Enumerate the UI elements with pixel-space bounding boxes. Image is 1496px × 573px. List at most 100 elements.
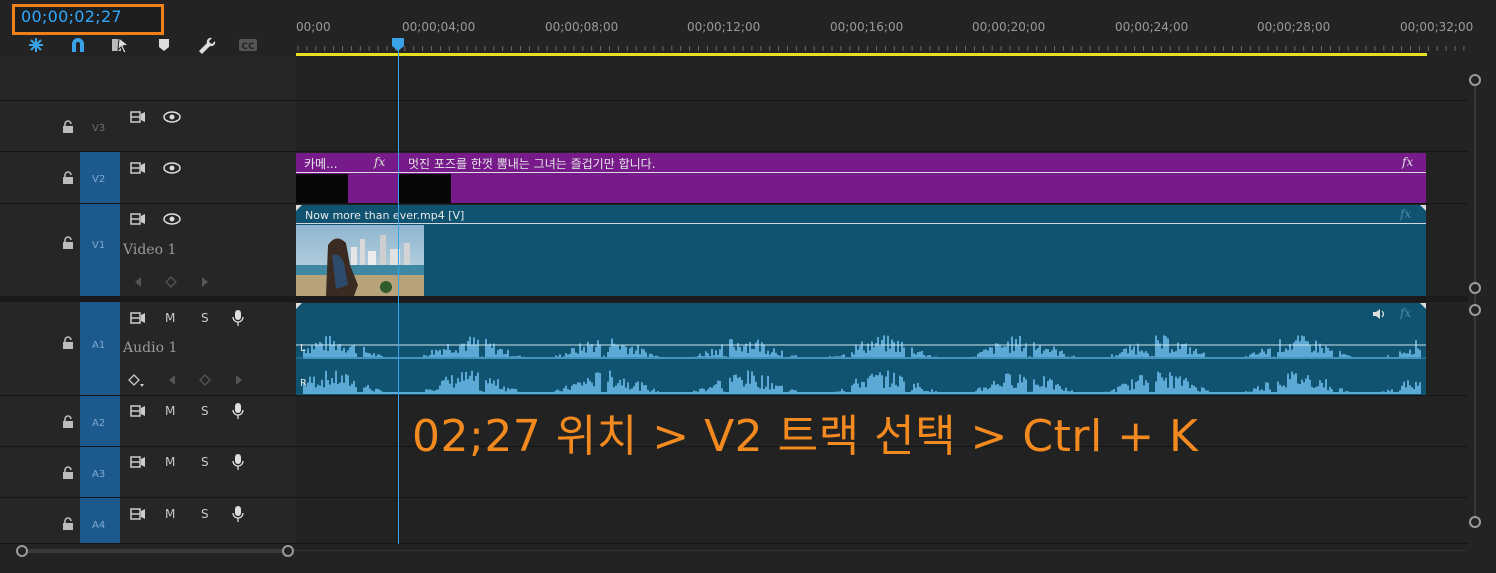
track-label: A2 — [92, 418, 106, 429]
scroll-handle[interactable] — [1469, 74, 1481, 86]
track-label: A3 — [92, 469, 106, 480]
mute-button[interactable]: M — [165, 404, 175, 418]
wrench-icon[interactable] — [196, 36, 216, 54]
mute-button[interactable]: M — [165, 507, 175, 521]
microphone-icon[interactable] — [232, 309, 244, 327]
scroll-thumb[interactable] — [22, 549, 288, 553]
graphic-clip[interactable]: 카메... fx — [296, 153, 398, 203]
mute-button[interactable]: M — [165, 455, 175, 469]
eye-icon[interactable] — [163, 213, 181, 225]
track-header-a1: A1 M S Audio 1 — [0, 302, 295, 395]
lock-icon[interactable] — [62, 236, 74, 250]
microphone-icon[interactable] — [232, 505, 244, 523]
eye-icon[interactable] — [163, 111, 181, 123]
sync-lock-icon[interactable] — [130, 404, 146, 418]
next-keyframe-icon[interactable] — [200, 276, 210, 288]
track-header-a2: A2 M S — [0, 396, 295, 446]
audio-waveform — [296, 335, 1426, 394]
clip-thumbnail — [399, 174, 451, 203]
clip-label: Now more than ever.mp4 [V] — [305, 209, 465, 222]
video-clip[interactable]: Now more than ever.mp4 [V] fx — [296, 205, 1426, 296]
scroll-handle[interactable] — [1469, 304, 1481, 316]
playhead-timecode[interactable]: 00;00;02;27 — [21, 7, 122, 26]
ruler-ticks — [297, 46, 1465, 51]
previous-keyframe-icon[interactable] — [167, 374, 177, 386]
track-header-v2: V2 — [0, 152, 295, 203]
track-name: Video 1 — [123, 242, 177, 258]
sync-lock-icon[interactable] — [130, 110, 146, 124]
ruler-label: 00;00;16;00 — [830, 20, 904, 34]
track-label: V3 — [92, 123, 106, 134]
snap-insert-icon[interactable] — [26, 36, 46, 54]
clip-label: 카메... — [304, 157, 338, 171]
speaker-icon — [1373, 309, 1385, 319]
magnet-icon[interactable] — [68, 36, 88, 54]
horizontal-scrollbar[interactable] — [0, 544, 1470, 558]
clip-corner-marker — [1420, 205, 1426, 211]
tutorial-caption: 02;27 위치 > V2 트랙 선택 > Ctrl + K — [412, 411, 1199, 462]
lock-icon[interactable] — [62, 415, 74, 429]
eye-icon[interactable] — [163, 162, 181, 174]
sync-lock-icon[interactable] — [130, 161, 146, 175]
clip-label: 멋진 포즈를 한껏 뽐내는 그녀는 즐겁기만 합니다. — [408, 157, 656, 171]
scroll-handle[interactable] — [1469, 282, 1481, 294]
zoom-handle-left[interactable] — [16, 545, 28, 557]
lock-icon[interactable] — [62, 171, 74, 185]
linked-selection-icon[interactable] — [110, 36, 130, 54]
sync-lock-icon[interactable] — [130, 455, 146, 469]
track-header-a4: A4 M S — [0, 498, 295, 543]
lock-icon[interactable] — [62, 120, 74, 134]
fx-badge: fx — [1400, 207, 1412, 221]
track-label: V1 — [92, 240, 106, 251]
ruler-label: 00;00;24;00 — [1115, 20, 1189, 34]
next-keyframe-icon[interactable] — [234, 374, 244, 386]
previous-keyframe-icon[interactable] — [133, 276, 143, 288]
add-keyframe-icon[interactable] — [199, 374, 211, 386]
vertical-scrollbar[interactable] — [1468, 56, 1482, 544]
track-label: V2 — [92, 174, 106, 185]
playhead-line[interactable] — [398, 44, 399, 544]
lock-icon[interactable] — [62, 466, 74, 480]
ruler-label: 00;00;28;00 — [1257, 20, 1331, 34]
clip-thumbnail — [296, 225, 424, 296]
fx-badge: fx — [1402, 155, 1414, 169]
scroll-handle[interactable] — [1469, 516, 1481, 528]
lock-icon[interactable] — [62, 517, 74, 531]
track-header-a3: A3 M S — [0, 447, 295, 497]
solo-button[interactable]: S — [201, 455, 209, 469]
sync-lock-icon[interactable] — [130, 212, 146, 226]
ruler-label: 00;00;08;00 — [545, 20, 619, 34]
add-marker-icon[interactable] — [154, 36, 174, 54]
solo-button[interactable]: S — [201, 311, 209, 325]
track-header-v3: V3 — [0, 101, 295, 151]
audio-clip[interactable]: fx L R — [296, 303, 1426, 395]
zoom-handle-right[interactable] — [282, 545, 294, 557]
clip-corner-marker — [296, 205, 302, 211]
track-header-v1: V1 Video 1 — [0, 204, 295, 296]
track-name: Audio 1 — [123, 340, 178, 356]
solo-button[interactable]: S — [201, 507, 209, 521]
graphic-clip[interactable]: 멋진 포즈를 한껏 뽐내는 그녀는 즐겁기만 합니다. fx — [399, 153, 1426, 203]
left-channel-label: L — [300, 343, 306, 354]
sync-lock-icon[interactable] — [130, 311, 146, 325]
svg-text:CC: CC — [241, 42, 255, 52]
microphone-icon[interactable] — [232, 402, 244, 420]
clip-corner-marker — [296, 303, 302, 309]
time-ruler[interactable]: 00;00 00;00;04;00 00;00;08;00 00;00;12;0… — [296, 0, 1473, 56]
fx-badge: fx — [374, 155, 386, 169]
keyframe-dropdown-icon[interactable] — [128, 374, 146, 388]
mute-button[interactable]: M — [165, 311, 175, 325]
lock-icon[interactable] — [62, 336, 74, 350]
add-keyframe-icon[interactable] — [165, 276, 177, 288]
fx-badge: fx — [1400, 306, 1412, 320]
track-label: A4 — [92, 520, 106, 531]
sync-lock-icon[interactable] — [130, 507, 146, 521]
playhead-handle[interactable] — [391, 38, 405, 51]
right-channel-label: R — [300, 378, 307, 389]
ruler-label: 00;00;20;00 — [972, 20, 1046, 34]
ruler-label: 00;00;12;00 — [687, 20, 761, 34]
ruler-label: 00;00;32;00 — [1400, 20, 1474, 34]
microphone-icon[interactable] — [232, 453, 244, 471]
solo-button[interactable]: S — [201, 404, 209, 418]
captions-icon[interactable]: CC — [238, 36, 258, 54]
